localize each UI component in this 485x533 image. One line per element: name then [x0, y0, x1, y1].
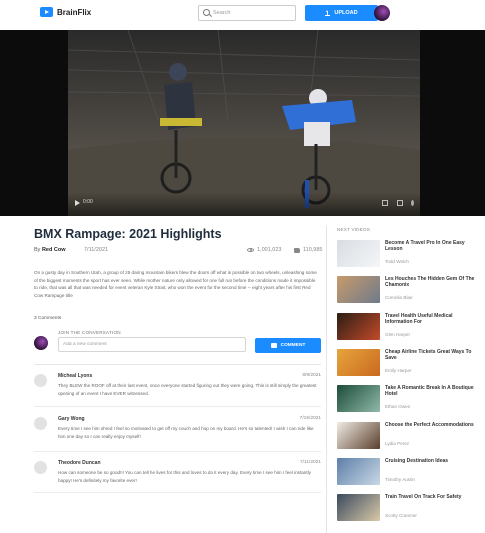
next-video-item[interactable]: Become A Travel Pro In One Easy Lesson T…	[337, 240, 477, 270]
video-date: 7/11/2021	[84, 247, 109, 253]
next-video-title: Travel Health Useful Medical Information…	[385, 313, 453, 326]
comment-author: Gary Wong	[58, 416, 85, 422]
comment-button-label: COMMENT	[280, 343, 306, 348]
video-channel: By Red Cow	[34, 247, 65, 253]
video-meta: By Red Cow 7/11/2021 1,001,023 110,985	[34, 247, 324, 257]
more-options-icon[interactable]	[411, 200, 414, 206]
search-input[interactable]	[213, 7, 293, 19]
next-video-item[interactable]: Take A Romantic Break In A Boutique Hote…	[337, 385, 477, 415]
commenter-avatar	[34, 461, 47, 474]
next-video-title: Take A Romantic Break In A Boutique Hote…	[385, 385, 474, 398]
comment-date: 7/15/2021	[299, 416, 321, 421]
comment-input[interactable]	[58, 337, 246, 352]
next-video-author: Cornelia Blair	[385, 295, 413, 300]
comments-count: 3 Comments	[34, 316, 62, 321]
video-thumbnail[interactable]	[337, 276, 380, 303]
next-video-item[interactable]: Cruising Destination Ideas Timothy Austi…	[337, 458, 477, 488]
likes-value: 110,985	[303, 247, 323, 253]
next-video-title: Cruising Destination Ideas	[385, 458, 449, 464]
next-video-author: Lydia Perez	[385, 441, 410, 446]
video-thumbnail[interactable]	[337, 458, 380, 485]
user-avatar[interactable]	[374, 5, 390, 21]
comment-date: 8/9/2021	[302, 373, 321, 378]
views-value: 1,001,023	[257, 247, 282, 253]
divider	[34, 451, 321, 452]
next-videos-heading: NEXT VIDEOS	[337, 227, 371, 232]
video-thumbnail[interactable]	[337, 422, 380, 449]
next-video-title: Cheap Airline Tickets Great Ways To Save	[385, 349, 472, 362]
video-thumbnail[interactable]	[337, 494, 380, 521]
fullscreen-icon[interactable]	[397, 200, 403, 206]
video-thumbnail[interactable]	[337, 349, 380, 376]
divider	[34, 406, 321, 407]
comment-author: Theodore Duncan	[58, 460, 101, 466]
comment-date: 7/11/2021	[300, 460, 321, 465]
next-video-title: Les Houches The Hidden Gem Of The Chamon…	[385, 276, 475, 289]
current-user-avatar	[34, 336, 48, 350]
next-video-title: Become A Travel Pro In One Easy Lesson	[385, 240, 465, 253]
comment-text: They BLEW the ROOF off at their last eve…	[58, 383, 317, 396]
views-count: 1,001,023	[247, 247, 281, 253]
upload-button[interactable]: UPLOAD	[305, 5, 378, 21]
likes-icon	[294, 247, 300, 253]
next-video-author: Scotty Cranmer	[385, 513, 417, 518]
commenter-avatar	[34, 417, 47, 430]
video-description: On a gusty day in Southern Utah, a group…	[34, 270, 317, 298]
next-video-author: Emily Harper	[385, 368, 412, 373]
divider	[34, 492, 321, 493]
divider	[34, 364, 321, 365]
video-thumbnail[interactable]	[337, 385, 380, 412]
video-title: BMX Rampage: 2021 Highlights	[34, 227, 222, 241]
eye-icon	[247, 248, 254, 252]
search-box[interactable]	[198, 5, 296, 21]
comment-author: Micheal Lyons	[58, 373, 93, 379]
play-icon[interactable]	[75, 200, 80, 206]
comment-button[interactable]: COMMENT	[255, 338, 321, 353]
site-header: BrainFlix UPLOAD	[0, 0, 485, 30]
upload-icon	[325, 10, 331, 16]
next-video-title: Choose the Perfect Accommodations	[385, 422, 474, 428]
video-controls: 0:00	[68, 192, 420, 216]
next-video-author: Glen Harper	[385, 332, 411, 337]
next-video-item[interactable]: Choose the Perfect Accommodations Lydia …	[337, 422, 477, 452]
next-video-author: Timothy Austin	[385, 477, 415, 482]
upload-label: UPLOAD	[334, 10, 358, 16]
join-conversation-label: JOIN THE CONVERSATION	[58, 330, 121, 335]
volume-icon[interactable]	[382, 200, 388, 206]
comment-text: Every time I see him shred I feel so mot…	[58, 426, 314, 439]
comment-icon	[270, 343, 277, 348]
brainflix-logo[interactable]: BrainFlix	[40, 7, 91, 17]
likes-count[interactable]: 110,985	[294, 247, 322, 253]
video-thumbnail[interactable]	[337, 240, 380, 267]
next-video-item[interactable]: Les Houches The Hidden Gem Of The Chamon…	[337, 276, 477, 306]
video-time: 0:00	[83, 199, 93, 205]
video-player[interactable]: 0:00	[0, 30, 485, 216]
commenter-avatar	[34, 374, 47, 387]
next-video-author: Ethan Owen	[385, 404, 411, 409]
sidebar-divider	[326, 226, 327, 533]
video-still-image	[68, 30, 420, 216]
next-video-item[interactable]: Travel Health Useful Medical Information…	[337, 313, 477, 343]
next-video-title: Train Travel On Track For Safety	[385, 494, 462, 500]
comment-text: How can someone be so good!!! You can te…	[58, 470, 311, 483]
next-video-author: Todd Welch	[385, 259, 409, 264]
channel-prefix: By	[34, 247, 42, 253]
search-icon	[203, 9, 210, 16]
video-frame	[68, 30, 420, 216]
play-logo-icon	[40, 7, 53, 17]
logo-text: BrainFlix	[57, 7, 92, 17]
next-video-item[interactable]: Train Travel On Track For Safety Scotty …	[337, 494, 477, 524]
next-video-item[interactable]: Cheap Airline Tickets Great Ways To Save…	[337, 349, 477, 379]
channel-name: Red Cow	[41, 247, 66, 253]
video-thumbnail[interactable]	[337, 313, 380, 340]
